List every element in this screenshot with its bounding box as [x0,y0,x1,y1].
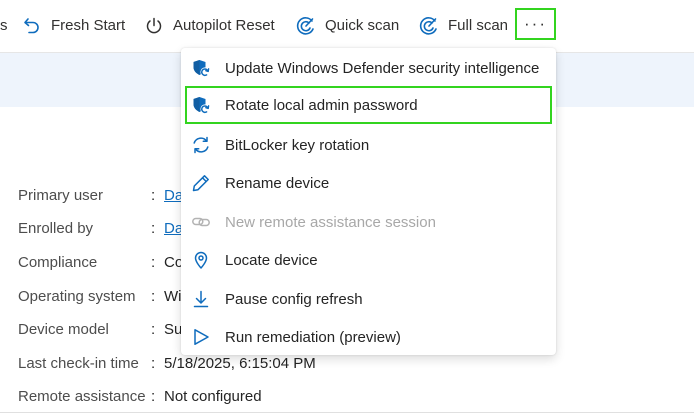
menu-item-label: BitLocker key rotation [225,136,370,154]
more-actions-button[interactable]: ··· [515,8,556,40]
menu-item-label: Pause config refresh [225,290,363,308]
power-icon [146,17,162,34]
menu-item-label: Rename device [225,174,330,192]
property-name: Last check-in time [18,354,139,372]
menu-item-label: Update Windows Defender security intelli… [225,59,540,77]
autopilot-reset-label: Autopilot Reset [173,17,275,34]
download-arrow-icon [191,289,211,309]
property-row-operating-system: Operating system : Wi [18,287,182,305]
property-name: Operating system [18,287,136,305]
property-name: Compliance [18,253,98,271]
toolbar-partial-item[interactable]: s [0,9,8,43]
menu-item-pause-config-refresh[interactable]: Pause config refresh [185,280,552,318]
property-value: Wi [164,287,182,305]
shield-refresh-icon [191,95,211,115]
property-name: Device model [18,320,109,338]
play-icon [191,327,211,347]
toolbar-partial-label: s [0,17,8,34]
divider [0,412,694,413]
menu-item-bitlocker-rotation[interactable]: BitLocker key rotation [185,126,552,164]
quick-scan-button[interactable]: Quick scan [296,9,399,43]
menu-item-remote-assistance: New remote assistance session [185,203,552,241]
full-scan-button[interactable]: Full scan [419,9,508,43]
location-pin-icon [191,250,211,270]
property-row-remote-assistance: Remote assistance : Not configured [18,387,262,405]
full-scan-label: Full scan [448,17,509,34]
property-name: Enrolled by [18,219,94,237]
property-row-compliance: Compliance : Co [18,253,184,271]
menu-item-label: Rotate local admin password [225,96,418,114]
menu-item-label: Run remediation (preview) [225,328,401,346]
pencil-icon [191,173,211,193]
property-name: Primary user [18,186,104,204]
quick-scan-label: Quick scan [325,17,400,34]
menu-item-rotate-admin-password[interactable]: Rotate local admin password [185,86,552,124]
link-icon [191,212,211,232]
scan-icon [296,17,314,35]
menu-item-label: New remote assistance session [225,213,436,231]
more-actions-menu: Update Windows Defender security intelli… [181,48,556,355]
command-bar: s Fresh Start Autopilot Reset Quick scan… [0,0,694,53]
menu-item-label: Locate device [225,251,318,269]
property-value: Not configured [164,387,262,405]
property-value: Su [164,320,183,338]
fresh-start-button[interactable]: Fresh Start [22,9,125,43]
autopilot-reset-button[interactable]: Autopilot Reset [144,9,275,43]
property-row-primary-user: Primary user : Da [18,186,184,204]
undo-arrow-icon [24,18,39,34]
property-row-device-model: Device model : Su [18,320,183,338]
menu-item-locate-device[interactable]: Locate device [185,241,552,279]
property-name: Remote assistance [18,387,146,405]
shield-refresh-icon [191,58,211,78]
scan-icon [419,17,437,35]
menu-item-rename-device[interactable]: Rename device [185,164,552,202]
menu-item-update-defender[interactable]: Update Windows Defender security intelli… [185,49,552,87]
property-value: 5/18/2025, 6:15:04 PM [164,354,316,372]
property-row-enrolled-by: Enrolled by : Da [18,219,184,237]
rotate-arrows-icon [191,135,211,155]
menu-item-run-remediation[interactable]: Run remediation (preview) [185,318,552,356]
ellipsis-icon: ··· [524,14,547,33]
fresh-start-label: Fresh Start [51,17,126,34]
